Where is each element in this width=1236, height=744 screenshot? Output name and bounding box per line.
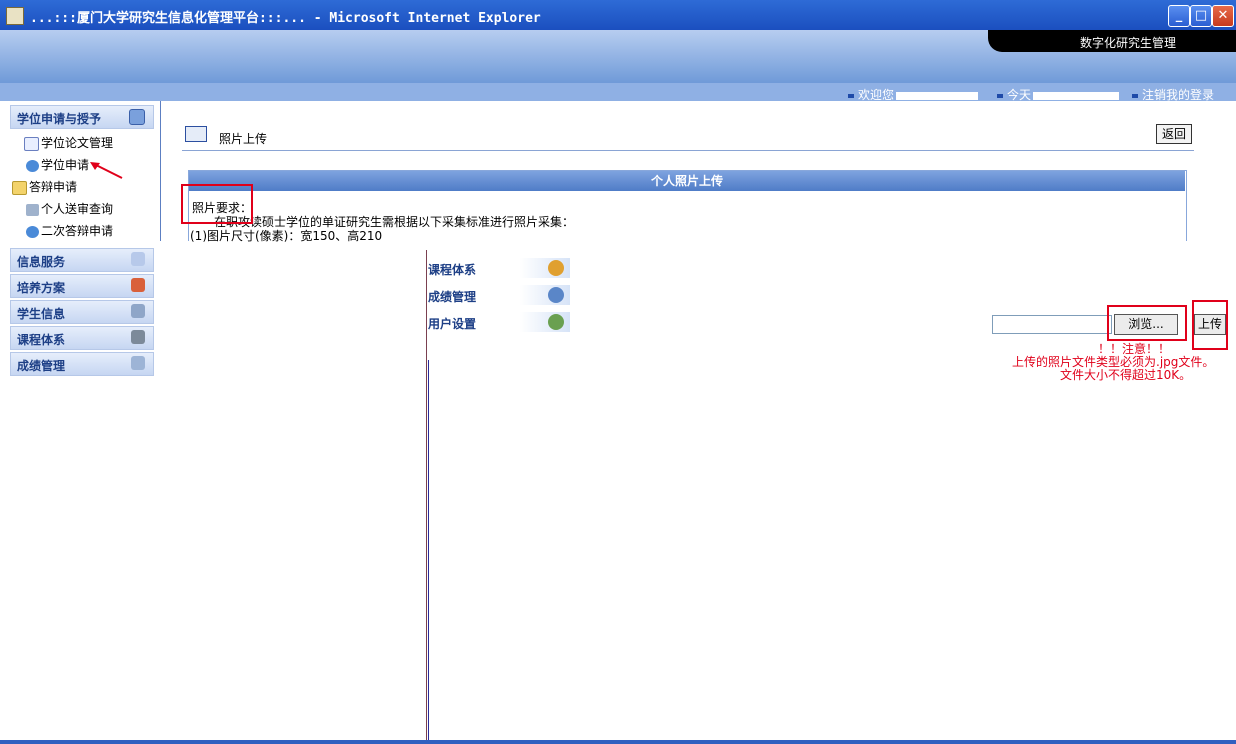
warning-file-size: 文件大小不得超过10K。 <box>1060 368 1192 382</box>
requirement-line-2: (1)图片尺寸(像素)：宽150、高210 <box>190 229 383 243</box>
menu-item-course[interactable]: 课程体系 <box>428 258 564 278</box>
frame-divider <box>426 250 427 744</box>
window-title: ...:::厦门大学研究生信息化管理平台:::... - Microsoft I… <box>30 11 541 26</box>
user-icon <box>548 287 564 303</box>
section-label: 成绩管理 <box>17 359 66 373</box>
sidebar-item-label: 学位论文管理 <box>41 136 114 150</box>
annotation-arrow-icon <box>90 162 123 179</box>
tools-icon <box>131 304 145 318</box>
stack-icon <box>131 330 145 344</box>
document-pen-icon <box>129 109 145 125</box>
menu-item-label: 课程体系 <box>428 263 477 277</box>
folder-icon <box>12 180 27 195</box>
grid-icon <box>185 126 207 142</box>
sidebar-lower: 信息服务 培养方案 学生信息 课程体系 成绩管理 <box>0 247 160 744</box>
bullet-icon <box>848 93 854 98</box>
window-title-bar: ...:::厦门大学研究生信息化管理平台:::... - Microsoft I… <box>0 0 1236 30</box>
globe-icon <box>26 225 39 238</box>
person-icon <box>131 252 145 266</box>
annotation-box <box>1192 300 1228 350</box>
welcome-label: 欢迎您 <box>858 88 895 102</box>
back-button[interactable]: 返回 <box>1156 124 1192 144</box>
sidebar-section-degree[interactable]: 学位申请与授予 <box>10 105 154 129</box>
today-label: 今天 <box>1007 88 1032 102</box>
redacted-username <box>896 91 979 100</box>
info-bar: 欢迎您 今天 注销我的登录 <box>0 83 1236 102</box>
globe-icon <box>26 159 39 172</box>
upload-box-title: 个人照片上传 <box>189 171 1185 191</box>
menu-item-grades[interactable]: 成绩管理 <box>428 285 564 305</box>
logout-label: 注销我的登录 <box>1142 88 1215 102</box>
bottom-border <box>0 740 1236 744</box>
sidebar-item-label: 学位申请 <box>41 158 90 172</box>
menu-item-label: 用户设置 <box>428 317 477 331</box>
sidebar-item-second-defense[interactable]: 二次答辩申请 <box>26 222 113 239</box>
section-label: 培养方案 <box>17 281 66 295</box>
sidebar-section-grades[interactable]: 成绩管理 <box>10 352 154 376</box>
sidebar-section-plan[interactable]: 培养方案 <box>10 274 154 298</box>
section-label: 学生信息 <box>17 307 66 321</box>
brand-banner: 数字化研究生管理 <box>988 30 1236 52</box>
file-path-input[interactable] <box>992 315 1112 334</box>
annotation-box <box>1107 305 1187 341</box>
sidebar-item-label: 答辩申请 <box>29 180 78 194</box>
sidebar-item-degree-apply[interactable]: 学位申请 <box>26 156 89 173</box>
annotation-box <box>181 184 253 224</box>
menu-item-label: 成绩管理 <box>428 290 477 304</box>
divider <box>182 150 1194 151</box>
sidebar-section-info[interactable]: 信息服务 <box>10 248 154 272</box>
brand-label: 数字化研究生管理 <box>1079 36 1176 50</box>
sidebar-item-defense[interactable]: 答辩申请 <box>12 178 77 195</box>
sidebar-item-review-query[interactable]: 个人送审查询 <box>26 200 113 217</box>
settings-user-icon <box>548 314 564 330</box>
sidebar-item-thesis[interactable]: 学位论文管理 <box>24 134 113 151</box>
search-icon <box>131 356 145 370</box>
bullet-icon <box>997 93 1003 98</box>
menu-item-user-settings[interactable]: 用户设置 <box>428 312 564 332</box>
sidebar-item-label: 个人送审查询 <box>41 202 114 216</box>
ie-page-icon <box>6 7 24 25</box>
section-label: 学位申请与授予 <box>17 112 102 126</box>
book-icon <box>131 278 145 292</box>
globe-icon <box>548 260 564 276</box>
checklist-icon <box>24 136 39 151</box>
maximize-button[interactable]: □ <box>1190 5 1212 27</box>
section-label: 信息服务 <box>17 255 66 269</box>
section-label: 课程体系 <box>17 333 66 347</box>
search-people-icon <box>26 203 39 216</box>
frame-divider <box>428 360 429 744</box>
sidebar-item-label: 二次答辩申请 <box>41 224 114 238</box>
redacted-date <box>1033 91 1120 100</box>
close-button[interactable]: ✕ <box>1212 5 1234 27</box>
sidebar-section-course[interactable]: 课程体系 <box>10 326 154 350</box>
minimize-button[interactable]: _ <box>1168 5 1190 27</box>
bullet-icon <box>1132 93 1138 98</box>
page-title: 照片上传 <box>219 132 268 146</box>
sidebar-section-student[interactable]: 学生信息 <box>10 300 154 324</box>
